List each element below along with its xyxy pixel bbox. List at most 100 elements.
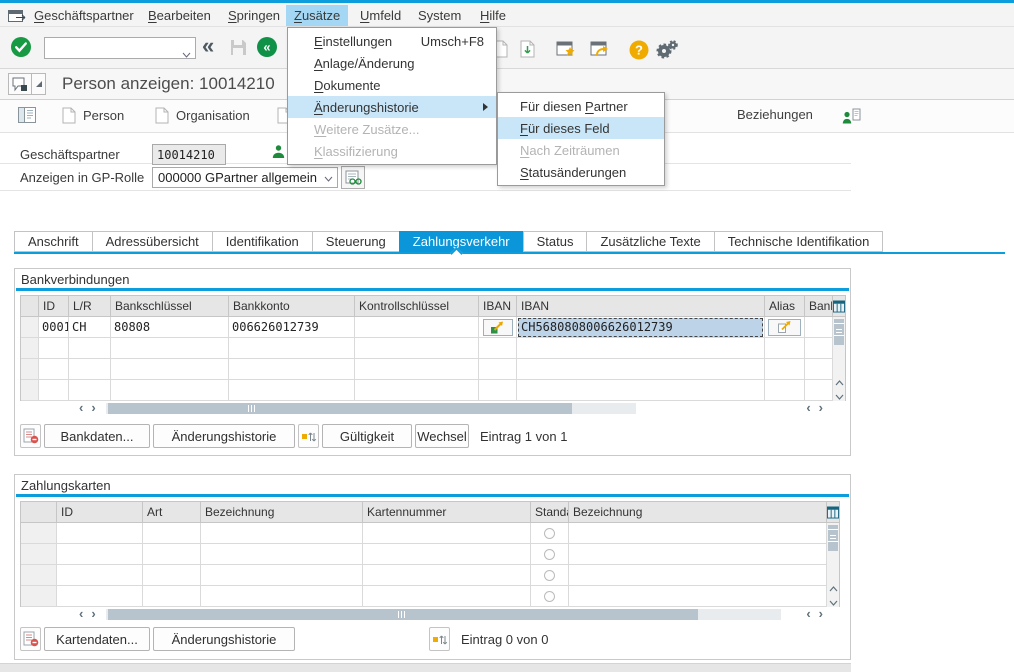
menubar-item-geschaeftspartner[interactable]: Geschäftspartner — [26, 5, 142, 26]
cards-col-art: Art — [143, 502, 201, 523]
bank-cell-bankschluessel[interactable]: 80808 — [111, 317, 229, 338]
services-button[interactable] — [8, 73, 32, 95]
standard-radio[interactable] — [544, 528, 555, 539]
chevron-down-icon[interactable] — [182, 45, 191, 63]
v-scrollbar[interactable] — [827, 502, 840, 607]
help-button[interactable]: ? — [629, 40, 649, 65]
scroll-right-icon[interactable]: › — [87, 607, 99, 621]
v-scroll-thumb[interactable] — [834, 319, 844, 345]
empty-cell — [229, 338, 355, 359]
tab-zahlungsverkehr[interactable]: Zahlungsverkehr — [399, 231, 524, 252]
v-scrollbar[interactable] — [833, 296, 846, 401]
scroll-right-icon[interactable]: › — [815, 401, 827, 415]
tab-status[interactable]: Status — [523, 231, 588, 252]
tab-adressuebersicht[interactable]: Adressübersicht — [92, 231, 213, 252]
gui-actions-dropdown-button[interactable] — [31, 73, 46, 95]
menu-item-anlage-aenderung[interactable]: Anlage/Änderung — [288, 52, 496, 74]
menu-item-aenderungshistorie[interactable]: Änderungshistorie — [288, 96, 496, 118]
menubar-item-bearbeiten[interactable]: Bearbeiten — [140, 5, 219, 26]
h-scroll-thumb[interactable] — [108, 609, 698, 620]
label: B — [148, 8, 157, 23]
bank-cell-bankkonto[interactable]: 006626012739 — [229, 317, 355, 338]
system-window-icon[interactable] — [8, 9, 27, 28]
submenu-item-fuer-diesen-partner[interactable]: Für diesen Partner — [498, 95, 664, 117]
standard-radio[interactable] — [544, 549, 555, 560]
command-input[interactable] — [44, 37, 196, 59]
h-scroll-thumb[interactable] — [108, 403, 572, 414]
locator-toggle-icon[interactable] — [18, 107, 36, 123]
row-selector[interactable] — [21, 317, 39, 338]
delete-row-button[interactable] — [20, 424, 41, 448]
menubar-item-springen[interactable]: Springen — [220, 5, 288, 26]
iban-value-selected[interactable]: CH5680808006626012739 — [518, 318, 763, 337]
scroll-left-icon[interactable]: ‹ — [75, 401, 87, 415]
scroll-left-icon[interactable]: ‹ — [75, 607, 87, 621]
tab-identifikation[interactable]: Identifikation — [212, 231, 313, 252]
role-select[interactable]: 000000 GPartner allgemein — [152, 167, 338, 188]
partner-switch-icon[interactable] — [842, 108, 861, 124]
toggle-entries-icon-button[interactable] — [298, 424, 319, 448]
kartendaten-button[interactable]: Kartendaten... — [44, 627, 150, 651]
menu-item-dokumente[interactable]: Dokumente — [288, 74, 496, 96]
h-scroll-track[interactable] — [106, 609, 781, 620]
display-role-button[interactable] — [341, 166, 365, 189]
standard-cell — [531, 544, 569, 565]
aenderungshistorie-button[interactable]: Änderungshistorie — [153, 627, 295, 651]
tab-anschrift[interactable]: Anschrift — [14, 231, 93, 252]
bank-cell-iban[interactable]: CH5680808006626012739 — [517, 317, 765, 338]
menubar-item-system[interactable]: System — [410, 5, 469, 26]
tab-technische-identifikation[interactable]: Technische Identifikation — [714, 231, 884, 252]
scroll-right-icon[interactable]: › — [87, 401, 99, 415]
delete-row-button[interactable] — [20, 627, 41, 651]
table-settings-icon[interactable] — [827, 502, 839, 523]
partner-field[interactable]: 10014210 — [152, 144, 226, 165]
v-scroll-thumb[interactable] — [828, 525, 838, 551]
enter-button[interactable] — [10, 36, 32, 63]
settings-gear-icon[interactable] — [655, 39, 679, 65]
bank-cell-kontrollschluessel[interactable] — [355, 317, 479, 338]
scroll-left-icon[interactable]: ‹ — [802, 607, 814, 621]
back-icon[interactable]: « — [202, 33, 214, 59]
h-scroll-track[interactable] — [106, 403, 636, 414]
toggle-entries-icon-button[interactable] — [429, 627, 450, 651]
tab-strip: Anschrift Adressübersicht Identifikation… — [14, 231, 883, 252]
bankdaten-button[interactable]: Bankdaten... — [44, 424, 150, 448]
aenderungshistorie-button[interactable]: Änderungshistorie — [153, 424, 295, 448]
status-bar-strip — [0, 663, 851, 672]
empty-cell — [805, 338, 833, 359]
empty-cell — [57, 565, 143, 586]
person-button[interactable]: Person — [62, 107, 124, 124]
page-download-icon[interactable] — [520, 40, 535, 63]
bank-cell-id[interactable]: 0001 — [39, 317, 69, 338]
menu-item-einstellungen[interactable]: EinstellungenUmsch+F8 — [288, 30, 496, 52]
label: S — [228, 8, 237, 23]
exit-button[interactable]: « — [256, 36, 278, 63]
label: A — [314, 56, 323, 71]
tab-steuerung[interactable]: Steuerung — [312, 231, 400, 252]
organisation-button[interactable]: Organisation — [155, 107, 250, 124]
menubar-item-umfeld[interactable]: Umfeld — [352, 5, 409, 26]
standard-radio[interactable] — [544, 570, 555, 581]
table-settings-icon[interactable] — [833, 296, 845, 317]
submenu-item-fuer-dieses-feld[interactable]: Für dieses Feld — [498, 117, 664, 139]
new-session-icon[interactable] — [590, 41, 611, 63]
menubar-item-hilfe[interactable]: Hilfe — [472, 5, 514, 26]
row-selector — [21, 586, 57, 607]
scroll-right-icon[interactable]: › — [815, 607, 827, 621]
iban-detail-button[interactable] — [483, 319, 513, 336]
gueltigkeit-button[interactable]: Gültigkeit — [322, 424, 412, 448]
favorites-window-icon[interactable] — [556, 41, 577, 63]
cards-col-kartennummer: Kartennummer — [363, 502, 531, 523]
bank-group-title: Bankverbindungen — [21, 272, 129, 287]
standard-radio[interactable] — [544, 591, 555, 602]
menubar-item-zusaetze[interactable]: Zusätze — [286, 5, 348, 26]
label: earbeiten — [157, 8, 211, 23]
scroll-left-icon[interactable]: ‹ — [802, 401, 814, 415]
alias-open-button[interactable] — [768, 319, 801, 336]
empty-cell — [479, 338, 517, 359]
bank-cell-lr[interactable]: CH — [69, 317, 111, 338]
beziehungen-button[interactable]: Beziehungen — [737, 107, 813, 122]
wechsel-button[interactable]: Wechsel — [415, 424, 469, 448]
tab-zusaetzliche-texte[interactable]: Zusätzliche Texte — [586, 231, 714, 252]
submenu-item-statusaenderungen[interactable]: Statusänderungen — [498, 161, 664, 183]
